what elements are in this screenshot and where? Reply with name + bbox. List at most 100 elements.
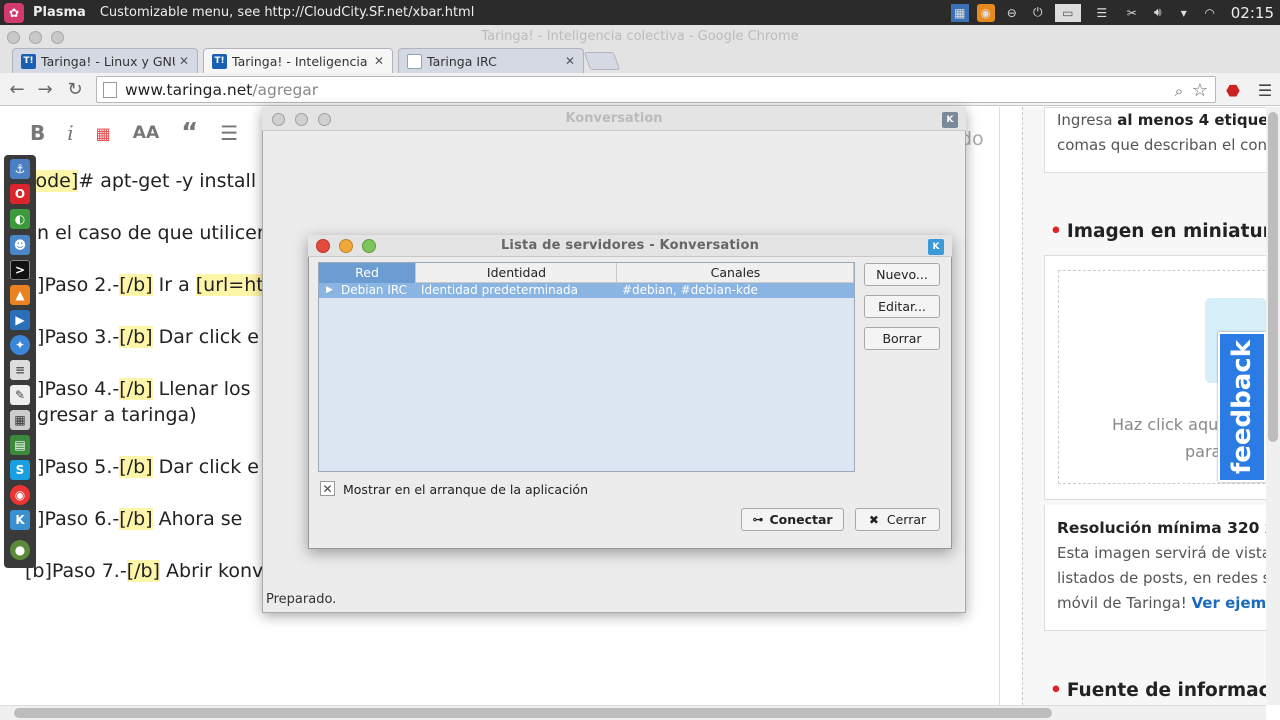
terminal-icon[interactable]: > bbox=[10, 260, 30, 280]
quote-button[interactable]: “ bbox=[181, 118, 198, 148]
tags-help-line1: Ingresa al menos 4 etiqueta bbox=[1057, 111, 1280, 129]
editor-line: b]Paso 3.-[/b] Dar click e bbox=[25, 326, 259, 348]
edit-server-button[interactable]: Editar... bbox=[864, 295, 940, 318]
editor-line: b]Paso 6.-[/b] Ahora se bbox=[25, 508, 243, 530]
bookmark-star-icon[interactable]: ☆ bbox=[1189, 79, 1211, 101]
status-icon[interactable]: ● bbox=[10, 540, 30, 560]
konv-maximize-button[interactable] bbox=[318, 113, 331, 126]
new-server-button[interactable]: Nuevo... bbox=[864, 263, 940, 286]
horizontal-scroll-thumb[interactable] bbox=[14, 708, 1052, 718]
close-icon: ✖ bbox=[868, 512, 879, 527]
italic-button[interactable]: i bbox=[67, 121, 73, 145]
window-icon[interactable]: ▭ bbox=[1054, 3, 1081, 22]
list-icon[interactable]: ☰ bbox=[220, 121, 238, 145]
close-icon[interactable]: ✕ bbox=[374, 54, 384, 68]
address-bar[interactable]: www.taringa.net/agregar bbox=[96, 76, 1216, 103]
menu-icon[interactable]: ☰ bbox=[1254, 79, 1276, 101]
chrome-icon[interactable]: ◉ bbox=[10, 485, 30, 505]
window-maximize-button[interactable] bbox=[51, 31, 64, 44]
konv-minimize-button[interactable] bbox=[295, 113, 308, 126]
thumbnail-click-text: Haz click aqu bbox=[1112, 415, 1219, 434]
panel-message: Customizable menu, see http://CloudCity.… bbox=[99, 5, 475, 20]
url-path: /agregar bbox=[252, 80, 319, 99]
close-icon[interactable]: ✕ bbox=[179, 54, 189, 68]
clock[interactable]: 02:15 bbox=[1231, 4, 1274, 22]
see-example-link[interactable]: Ver ejemp bbox=[1192, 594, 1277, 612]
column-header-channels[interactable]: Canales bbox=[618, 263, 854, 283]
document-icon[interactable]: ≡ bbox=[10, 360, 30, 380]
user-icon[interactable]: ☻ bbox=[10, 235, 30, 255]
scissors-icon[interactable]: ✂ bbox=[1123, 4, 1141, 22]
close-button[interactable]: ✖ Cerrar bbox=[855, 508, 940, 531]
resolution-heading: Resolución mínima 320 x 3 bbox=[1057, 519, 1280, 537]
back-arrow-icon[interactable]: ← bbox=[6, 78, 28, 100]
close-icon[interactable]: ✕ bbox=[565, 54, 575, 68]
volume-icon[interactable]: 🔊︎ bbox=[1149, 4, 1167, 22]
eye-icon[interactable]: ◉ bbox=[976, 3, 995, 22]
reload-icon[interactable]: ↻ bbox=[64, 78, 86, 100]
taringa-favicon-icon: T! bbox=[212, 53, 227, 69]
row-channels: #debian, #debian-kde bbox=[622, 283, 758, 297]
editor-toolbar: B i ▦ AA “ ☰ bbox=[30, 118, 238, 148]
vlc-icon[interactable]: ▲ bbox=[10, 285, 30, 305]
tab-taringa-irc[interactable]: Taringa IRC ✕ bbox=[398, 48, 584, 73]
anchor-icon[interactable]: ⚓ bbox=[10, 159, 30, 179]
opera-icon[interactable]: O bbox=[10, 184, 30, 204]
list-icon[interactable]: ☰ bbox=[1089, 4, 1115, 22]
power-icon[interactable]: ⏻ bbox=[1029, 4, 1047, 22]
taringa-favicon-icon: T! bbox=[21, 53, 36, 69]
feedback-button[interactable]: feedback bbox=[1218, 332, 1266, 482]
forward-arrow-icon[interactable]: → bbox=[34, 78, 56, 100]
safari-icon[interactable]: ✦ bbox=[10, 335, 30, 355]
plug-icon: ⊶ bbox=[752, 513, 764, 526]
wifi-icon[interactable]: ◠ bbox=[1201, 4, 1219, 22]
resolution-line1: Esta imagen servirá de vista bbox=[1057, 544, 1271, 562]
konversation-title: Konversation bbox=[262, 107, 966, 131]
column-header-network[interactable]: Red bbox=[319, 263, 416, 283]
spreadsheet-icon[interactable]: ▤ bbox=[10, 435, 30, 455]
editor-line: [b]Paso 7.-[/b] Abrir konv bbox=[25, 560, 264, 582]
delete-server-button[interactable]: Borrar bbox=[864, 327, 940, 350]
editor-line: En el caso de que utilicen bbox=[25, 222, 269, 244]
expand-arrow-icon[interactable]: ▶ bbox=[326, 283, 333, 298]
bold-button[interactable]: B bbox=[30, 121, 45, 145]
font-size-button[interactable]: AA bbox=[133, 123, 159, 143]
window-minimize-button[interactable] bbox=[29, 31, 42, 44]
calculator-icon[interactable]: ▦ bbox=[10, 410, 30, 430]
konv-close-button[interactable] bbox=[272, 113, 285, 126]
resolution-line3: móvil de Taringa! Ver ejemp bbox=[1057, 594, 1277, 612]
chevron-down-icon[interactable]: ▾ bbox=[1175, 4, 1193, 22]
adblock-icon[interactable]: ⬣ bbox=[1222, 79, 1244, 101]
tab-label: Taringa! - Inteligencia bbox=[232, 53, 368, 69]
dialog-close-button[interactable] bbox=[316, 239, 330, 253]
dialog-maximize-button[interactable] bbox=[362, 239, 376, 253]
page-icon bbox=[103, 81, 117, 98]
konversation-icon[interactable]: K bbox=[10, 510, 30, 530]
status-bar: Preparado. bbox=[266, 592, 337, 607]
dialog-minimize-button[interactable] bbox=[339, 239, 353, 253]
window-close-button[interactable] bbox=[7, 31, 20, 44]
chrome-dev-icon[interactable]: ◐ bbox=[10, 209, 30, 229]
plasma-menu-icon[interactable]: ✿ bbox=[4, 2, 24, 23]
new-tab-button[interactable] bbox=[583, 52, 621, 70]
video-icon[interactable]: ▶ bbox=[10, 310, 30, 330]
tab-taringa-linux[interactable]: T! Taringa! - Linux y GNU ✕ bbox=[12, 48, 198, 73]
tab-taringa-inteligencia[interactable]: T! Taringa! - Inteligencia ✕ bbox=[203, 48, 393, 73]
desktop-icon[interactable]: ▦ bbox=[950, 3, 969, 22]
zoom-icon[interactable]: ⌕ bbox=[1168, 80, 1190, 102]
vertical-scroll-thumb[interactable] bbox=[1268, 112, 1278, 442]
app-dock: ⚓ O ◐ ☻ > ▲ ▶ ✦ ≡ ✎ ▦ ▤ S ◉ K ● bbox=[4, 155, 36, 568]
top-panel: ✿ Plasma Customizable menu, see http://C… bbox=[0, 0, 1280, 25]
column-header-identity[interactable]: Identidad bbox=[417, 263, 617, 283]
back-circle-icon[interactable]: ⊖ bbox=[1003, 4, 1021, 22]
connect-button[interactable]: ⊶ Conectar bbox=[741, 508, 844, 531]
startup-checkbox[interactable]: ✕ bbox=[320, 481, 335, 496]
editor-line: ngresar a taringa) bbox=[25, 404, 197, 426]
row-identity: Identidad predeterminada bbox=[421, 283, 579, 297]
skype-icon[interactable]: S bbox=[10, 460, 30, 480]
thumbnail-heading: • Imagen en miniatura bbox=[1050, 221, 1280, 242]
resolution-line2: listados de posts, en redes s bbox=[1057, 569, 1271, 587]
color-grid-icon[interactable]: ▦ bbox=[96, 124, 111, 143]
browser-title-bar: Taringa! - Inteligencia colectiva - Goog… bbox=[0, 25, 1280, 47]
editor-icon[interactable]: ✎ bbox=[10, 385, 30, 405]
